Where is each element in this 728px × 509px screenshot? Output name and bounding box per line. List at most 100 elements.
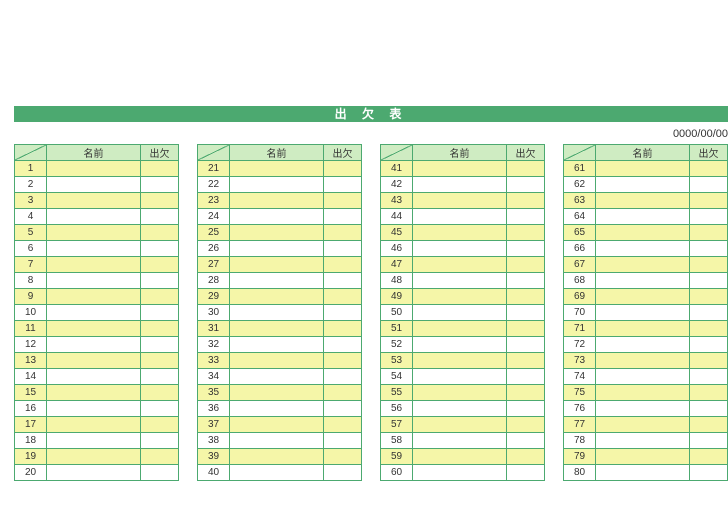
name-cell — [596, 225, 690, 241]
row-number: 48 — [381, 273, 413, 289]
row-number: 34 — [198, 369, 230, 385]
attendance-cell — [324, 337, 362, 353]
attendance-cell — [324, 193, 362, 209]
row-number: 74 — [564, 369, 596, 385]
name-cell — [413, 177, 507, 193]
name-cell — [596, 177, 690, 193]
attendance-cell — [507, 273, 545, 289]
attendance-cell — [690, 161, 728, 177]
table-row: 69 — [564, 289, 728, 305]
name-cell — [596, 257, 690, 273]
row-number: 6 — [15, 241, 47, 257]
name-cell — [596, 273, 690, 289]
table-row: 66 — [564, 241, 728, 257]
row-number: 75 — [564, 385, 596, 401]
attendance-cell — [690, 321, 728, 337]
name-cell — [230, 177, 324, 193]
attendance-cell — [324, 289, 362, 305]
table-row: 21 — [198, 161, 362, 177]
name-cell — [230, 401, 324, 417]
table-row: 68 — [564, 273, 728, 289]
name-cell — [230, 305, 324, 321]
name-cell — [47, 177, 141, 193]
header-corner — [15, 145, 47, 161]
name-cell — [596, 433, 690, 449]
attendance-cell — [141, 241, 179, 257]
row-number: 77 — [564, 417, 596, 433]
table-row: 11 — [15, 321, 179, 337]
name-cell — [47, 209, 141, 225]
name-cell — [230, 209, 324, 225]
attendance-cell — [690, 337, 728, 353]
attendance-cell — [507, 337, 545, 353]
attendance-cell — [141, 225, 179, 241]
name-cell — [47, 385, 141, 401]
row-number: 27 — [198, 257, 230, 273]
row-number: 64 — [564, 209, 596, 225]
table-row: 3 — [15, 193, 179, 209]
row-number: 46 — [381, 241, 413, 257]
attendance-cell — [507, 417, 545, 433]
row-number: 50 — [381, 305, 413, 321]
row-number: 67 — [564, 257, 596, 273]
row-number: 68 — [564, 273, 596, 289]
attendance-cell — [141, 209, 179, 225]
attendance-cell — [141, 161, 179, 177]
row-number: 35 — [198, 385, 230, 401]
name-cell — [230, 385, 324, 401]
row-number: 20 — [15, 465, 47, 481]
header-attendance: 出欠 — [324, 145, 362, 161]
attendance-cell — [690, 273, 728, 289]
attendance-cell — [690, 433, 728, 449]
row-number: 51 — [381, 321, 413, 337]
table-row: 14 — [15, 369, 179, 385]
row-number: 32 — [198, 337, 230, 353]
row-number: 7 — [15, 257, 47, 273]
header-corner — [381, 145, 413, 161]
table-row: 74 — [564, 369, 728, 385]
name-cell — [230, 289, 324, 305]
header-corner — [198, 145, 230, 161]
row-number: 71 — [564, 321, 596, 337]
name-cell — [413, 401, 507, 417]
attendance-cell — [507, 465, 545, 481]
table-row: 75 — [564, 385, 728, 401]
table-row: 34 — [198, 369, 362, 385]
attendance-cell — [141, 449, 179, 465]
name-cell — [596, 385, 690, 401]
attendance-cell — [324, 177, 362, 193]
table-row: 39 — [198, 449, 362, 465]
row-number: 2 — [15, 177, 47, 193]
name-cell — [413, 273, 507, 289]
name-cell — [230, 257, 324, 273]
name-cell — [47, 449, 141, 465]
name-cell — [47, 369, 141, 385]
name-cell — [47, 257, 141, 273]
name-cell — [596, 449, 690, 465]
name-cell — [47, 289, 141, 305]
title-bar: 出 欠 表 — [14, 106, 728, 122]
table-row: 37 — [198, 417, 362, 433]
table-row: 49 — [381, 289, 545, 305]
row-number: 5 — [15, 225, 47, 241]
row-number: 31 — [198, 321, 230, 337]
name-cell — [596, 193, 690, 209]
table-row: 76 — [564, 401, 728, 417]
table-row: 15 — [15, 385, 179, 401]
name-cell — [47, 193, 141, 209]
table-row: 58 — [381, 433, 545, 449]
name-cell — [230, 321, 324, 337]
name-cell — [47, 305, 141, 321]
table-row: 2 — [15, 177, 179, 193]
name-cell — [596, 241, 690, 257]
row-number: 39 — [198, 449, 230, 465]
attendance-cell — [324, 273, 362, 289]
row-number: 56 — [381, 401, 413, 417]
row-number: 19 — [15, 449, 47, 465]
name-cell — [413, 337, 507, 353]
name-cell — [47, 321, 141, 337]
row-number: 9 — [15, 289, 47, 305]
table-row: 44 — [381, 209, 545, 225]
attendance-cell — [141, 273, 179, 289]
table-row: 40 — [198, 465, 362, 481]
